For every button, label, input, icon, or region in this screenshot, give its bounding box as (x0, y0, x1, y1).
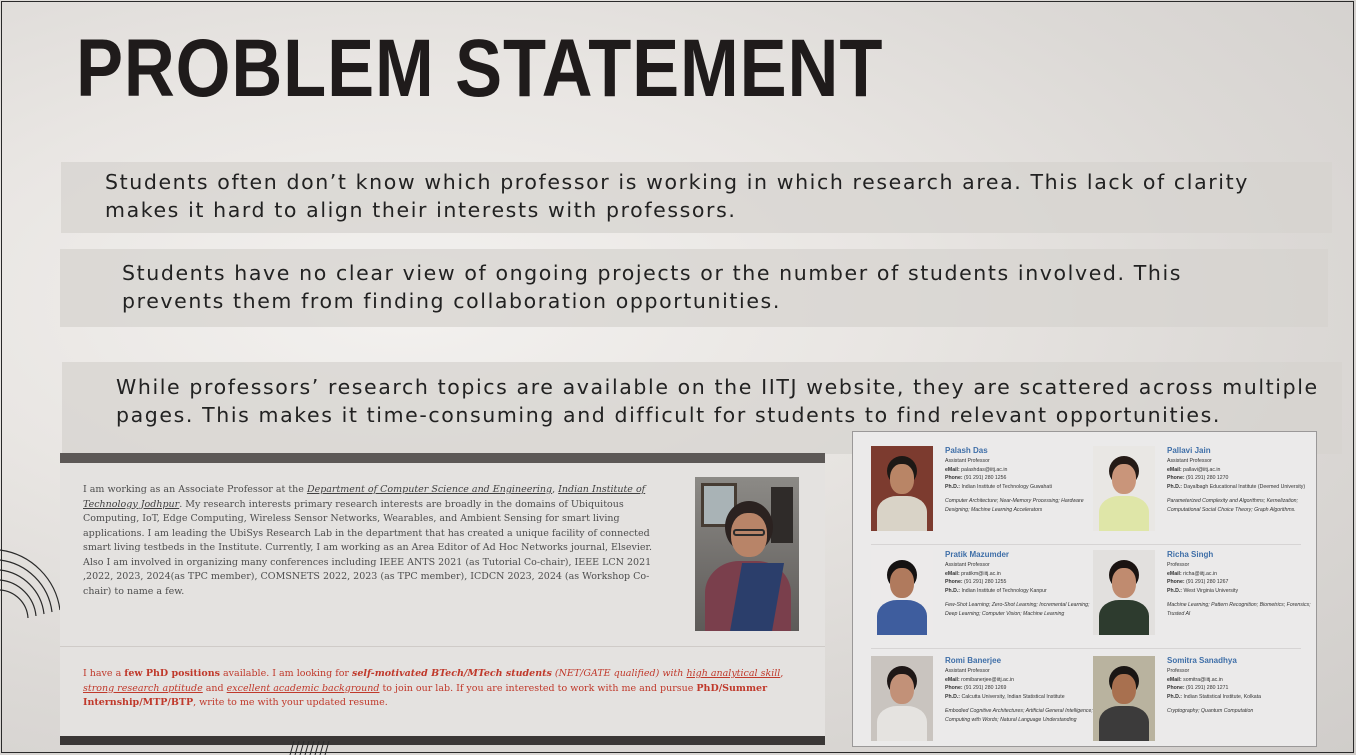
faculty-role: Assistant Professor (1167, 458, 1212, 464)
faculty-phone: Phone: (91 291) 280 1267 (1167, 579, 1229, 586)
faculty-photo (871, 656, 933, 741)
row-divider (871, 648, 1301, 649)
faculty-research-areas: Computer Architecture; Near-Memory Proce… (945, 498, 1084, 513)
professor-profile-screenshot: I am working as an Associate Professor a… (60, 453, 825, 745)
faculty-card: Romi Banerjee Assistant Professor eMail:… (871, 656, 1093, 746)
phd-text-b: few PhD positions (124, 668, 220, 679)
faculty-email: eMail: romibanerjee@iitj.ac.in (945, 676, 1014, 683)
phd-text-a: I have a (83, 668, 125, 679)
faculty-card: Pratik Mazumder Assistant Professor eMai… (871, 550, 1091, 650)
faculty-role: Professor (1167, 562, 1190, 568)
faculty-name[interactable]: Pallavi Jain (1167, 446, 1316, 455)
faculty-research-areas: Cryptography; Quantum Computation (1167, 708, 1254, 715)
bio-text-1: I am working as an Associate Professor a… (83, 484, 307, 495)
faculty-phd: Ph.D.: West Virginia University (1167, 587, 1239, 594)
problem-point-2: Students have no clear view of ongoing p… (60, 249, 1328, 327)
phd-text-f: high analytical skill (686, 668, 781, 679)
faculty-phd: Ph.D.: Calcutta University, Indian Stati… (945, 693, 1065, 700)
faculty-email: eMail: pratikm@iitj.ac.in (945, 570, 1001, 577)
dept-link[interactable]: Department of Computer Science and Engin… (307, 484, 552, 495)
phd-text-k: to join our lab. If you are interested t… (379, 682, 697, 694)
row-divider (871, 544, 1301, 545)
faculty-phd: Ph.D.: Indian Institute of Technology Ka… (945, 587, 1047, 594)
faculty-phd: Ph.D.: Indian Institute of Technology Gu… (945, 483, 1052, 490)
faculty-card: Palash Das Assistant Professor eMail: pa… (871, 446, 1091, 546)
phd-text-g: , (780, 668, 784, 679)
faculty-photo (1093, 446, 1155, 531)
faculty-name[interactable]: Romi Banerjee (945, 656, 1095, 665)
faculty-photo (1093, 656, 1155, 741)
profile-top-strip (60, 453, 825, 463)
profile-divider (60, 646, 825, 647)
point-1-line-2: makes it hard to align their interests w… (105, 198, 737, 222)
bio-text-2: . My research interests primary research… (83, 498, 653, 597)
point-1-line-1: Students often don’t know which professo… (105, 170, 1249, 194)
faculty-role: Professor (1167, 668, 1190, 674)
faculty-card: Somitra Sanadhya Professor eMail: somitr… (1093, 656, 1313, 746)
faculty-phd: Ph.D.: Dayalbagh Educational Institute (… (1167, 483, 1306, 490)
point-3-line-2: pages. This makes it time-consuming and … (116, 403, 1222, 427)
faculty-email: eMail: somitra@iitj.ac.in (1167, 676, 1223, 683)
faculty-photo (871, 446, 933, 531)
faculty-research-areas: Few-Shot Learning; Zero-Shot Learning; I… (945, 602, 1090, 617)
faculty-phone: Phone: (91 291) 280 1270 (1167, 475, 1229, 482)
point-2-line-1: Students have no clear view of ongoing p… (122, 261, 1183, 285)
professor-photo (695, 477, 799, 631)
point-2-line-2: prevents them from finding collaboration… (122, 289, 781, 313)
faculty-role: Assistant Professor (945, 668, 990, 674)
phd-text-d: self-motivated BTech/MTech students (352, 668, 552, 679)
phd-text-e: (NET/GATE qualified) with (551, 668, 687, 679)
faculty-role: Assistant Professor (945, 458, 990, 464)
faculty-photo (871, 550, 933, 635)
point-3-line-1: While professors’ research topics are av… (116, 375, 1319, 399)
faculty-email: eMail: richa@iitj.ac.in (1167, 570, 1217, 577)
problem-point-1: Students often don’t know which professo… (61, 162, 1332, 233)
faculty-phone: Phone: (91 291) 280 1269 (945, 685, 1007, 692)
faculty-photo (1093, 550, 1155, 635)
phd-text-j: excellent academic background (226, 682, 380, 694)
phd-positions-notice: I have a few PhD positions available. I … (83, 667, 803, 711)
slide-title: PROBLEM STATEMENT (76, 23, 884, 114)
faculty-directory-screenshot: Palash Das Assistant Professor eMail: pa… (852, 431, 1317, 747)
faculty-research-areas: Machine Learning; Pattern Recognition; B… (1167, 602, 1311, 617)
phd-text-h: strong research aptitude (83, 682, 203, 694)
faculty-card: Richa Singh Professor eMail: richa@iitj.… (1093, 550, 1313, 650)
faculty-research-areas: Parameterized Complexity and Algorithms;… (1167, 498, 1298, 513)
faculty-name[interactable]: Somitra Sanadhya (1167, 656, 1316, 665)
faculty-phone: Phone: (91 291) 280 1256 (945, 475, 1007, 482)
profile-bio: I am working as an Associate Professor a… (83, 483, 668, 599)
faculty-phd: Ph.D.: Indian Statistical Institute, Kol… (1167, 693, 1262, 700)
faculty-name[interactable]: Pratik Mazumder (945, 550, 1095, 559)
faculty-email: eMail: palashdas@iitj.ac.in (945, 466, 1008, 473)
faculty-role: Assistant Professor (945, 562, 990, 568)
phd-text-m: , write to me with your updated resume. (193, 697, 388, 708)
profile-bottom-strip (60, 736, 825, 745)
phd-text-c: available. I am looking for (220, 668, 352, 679)
faculty-name[interactable]: Richa Singh (1167, 550, 1316, 559)
faculty-phone: Phone: (91 291) 280 1271 (1167, 685, 1229, 692)
faculty-email: eMail: pallavi@iitj.ac.in (1167, 466, 1221, 473)
phd-text-i: and (202, 682, 227, 694)
faculty-phone: Phone: (91 291) 280 1255 (945, 579, 1007, 586)
faculty-name[interactable]: Palash Das (945, 446, 1095, 455)
faculty-card: Pallavi Jain Assistant Professor eMail: … (1093, 446, 1313, 546)
faculty-research-areas: Embodied Cognitive Architectures; Artifi… (945, 708, 1093, 723)
decorative-hatch (289, 741, 330, 755)
